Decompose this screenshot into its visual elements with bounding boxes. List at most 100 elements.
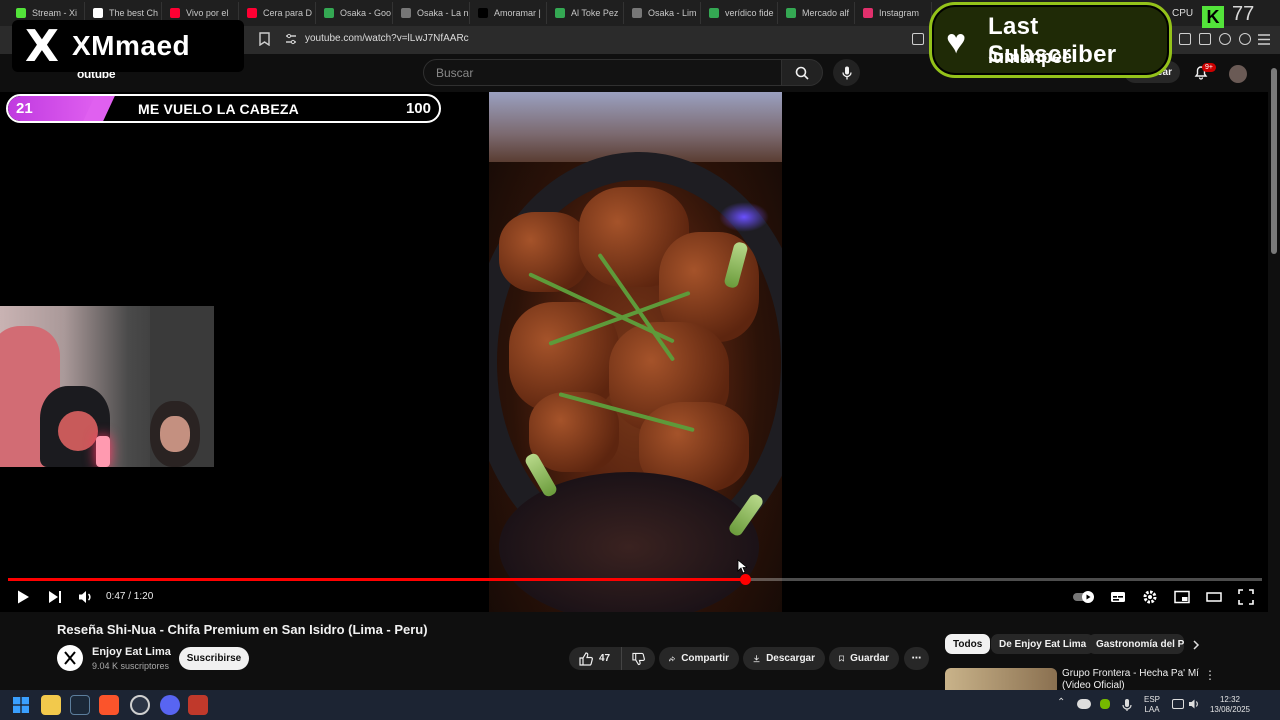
goal-title: ME VUELO LA CABEZA (138, 101, 299, 117)
search-button[interactable] (781, 59, 823, 86)
steam-icon[interactable] (70, 695, 90, 715)
browser-tab[interactable]: verídico fide (701, 2, 778, 24)
voice-search-button[interactable] (833, 59, 860, 86)
browser-tab[interactable]: Al Toke Pez (547, 2, 624, 24)
speaker-icon[interactable] (1188, 698, 1200, 710)
autoplay-toggle-icon[interactable] (1072, 589, 1096, 605)
tab-favicon-icon (93, 8, 103, 18)
thumbs-up-icon (579, 651, 593, 666)
download-button[interactable]: Descargar (743, 647, 825, 670)
subscribe-button[interactable]: Suscribirse (179, 647, 249, 670)
streamer-face (58, 411, 98, 451)
cpu-value: 77 (1232, 3, 1255, 25)
tab-label: Osaka - La n (417, 8, 469, 18)
microphone-tray-icon[interactable] (1122, 698, 1132, 712)
tab-label: Osaka - Lim (648, 8, 697, 18)
browser-tab[interactable]: Instagram (855, 2, 932, 24)
streamer-webcam (0, 306, 214, 467)
browser-tab[interactable]: Cera para D (239, 2, 316, 24)
subtitles-icon[interactable] (1110, 589, 1126, 605)
recommended-video-title[interactable]: Grupo Frontera - Hecha Pa' Mí (Video Ofi… (1062, 668, 1202, 690)
browser-tab[interactable]: Mercado alf (778, 2, 855, 24)
chip-channel[interactable]: De Enjoy Eat Lima (991, 634, 1095, 654)
share-label: Compartir (681, 653, 729, 664)
like-button[interactable]: 47 (569, 647, 621, 670)
tab-label: Stream - Xi (32, 8, 78, 18)
input-language[interactable]: ESP LAA (1143, 695, 1161, 715)
channel-subscribers: 9.04 K suscriptores (92, 661, 170, 671)
last-subscriber-name: lumanpee (988, 47, 1073, 67)
menu-icon[interactable] (1258, 34, 1270, 45)
discord-icon[interactable] (160, 695, 180, 715)
nvidia-icon[interactable] (1100, 699, 1110, 709)
obs-studio-icon[interactable] (130, 695, 150, 715)
wallet-icon[interactable] (1199, 33, 1211, 45)
mouse-cursor-icon (737, 559, 747, 574)
progress-scrubber[interactable] (739, 574, 751, 585)
browser-tab[interactable]: Amoramar | (470, 2, 547, 24)
tab-label: Cera para D (263, 8, 313, 18)
browser-tab[interactable]: Osaka - Goo (316, 2, 393, 24)
brave-browser-icon[interactable] (99, 695, 119, 715)
tab-favicon-icon (555, 8, 565, 18)
heart-icon: ♥ (946, 23, 967, 61)
tray-expand-icon[interactable]: ⌃ (1057, 697, 1065, 708)
vpn-shield-icon[interactable] (1239, 33, 1251, 45)
chip-gastronomy-label: Gastronomía del P (1096, 638, 1184, 650)
channel-avatar[interactable] (57, 645, 83, 671)
network-icon[interactable] (1172, 699, 1184, 709)
search-input[interactable]: Buscar (423, 59, 782, 86)
tab-label: Osaka - Goo (340, 8, 392, 18)
video-frame-food[interactable] (489, 92, 782, 612)
leo-ai-icon[interactable] (1219, 33, 1231, 45)
save-button[interactable]: Guardar (829, 647, 899, 670)
miniplayer-icon[interactable] (1174, 589, 1190, 605)
settings-gear-icon[interactable] (1142, 589, 1158, 605)
pinned-app-icon[interactable] (188, 695, 208, 715)
bookmark-icon[interactable] (259, 32, 270, 46)
account-avatar[interactable] (1229, 65, 1247, 83)
progress-bar[interactable] (8, 574, 1262, 585)
browser-tab[interactable]: Osaka - La n (393, 2, 470, 24)
theater-mode-icon[interactable] (1206, 589, 1222, 605)
recommended-more-icon[interactable]: ⋮ (1204, 668, 1216, 682)
next-video-icon[interactable] (47, 589, 63, 605)
tab-favicon-icon (786, 8, 796, 18)
kick-logo-icon: K (1202, 6, 1224, 28)
browser-tab[interactable]: Osaka - Lim (624, 2, 701, 24)
play-icon[interactable] (15, 589, 31, 605)
chip-all[interactable]: Todos (945, 634, 991, 654)
more-actions-button[interactable]: ⋯ (904, 647, 929, 670)
dislike-button[interactable] (621, 647, 655, 670)
chip-all-label: Todos (953, 638, 983, 650)
sidebar-icon[interactable] (1179, 33, 1191, 45)
scrollbar-thumb[interactable] (1271, 68, 1277, 254)
windows-start-icon[interactable] (13, 697, 29, 713)
file-explorer-icon[interactable] (41, 695, 61, 715)
fullscreen-icon[interactable] (1238, 589, 1254, 605)
tab-favicon-icon (863, 8, 873, 18)
fork-knife-icon (64, 651, 76, 665)
share-button[interactable]: Compartir (659, 647, 739, 670)
chevron-right-icon[interactable] (1192, 640, 1200, 650)
cast-icon[interactable] (912, 33, 924, 45)
system-clock[interactable]: 12:32 13/08/2025 (1205, 695, 1255, 715)
url-text[interactable]: youtube.com/watch?v=lLwJ7NfAARc (305, 33, 469, 44)
tab-favicon-icon (16, 8, 26, 18)
share-icon (669, 655, 676, 661)
page-scrollbar[interactable] (1268, 54, 1280, 690)
channel-name[interactable]: Enjoy Eat Lima (92, 646, 171, 658)
save-bookmark-icon (839, 655, 844, 662)
onedrive-icon[interactable] (1077, 699, 1091, 709)
volume-icon[interactable] (78, 589, 94, 605)
recommended-video-thumbnail[interactable] (945, 668, 1057, 690)
streamer-brand-logo: X XMmaed (12, 20, 244, 72)
notification-count-badge: 9+ (1202, 63, 1216, 72)
tab-favicon-icon (247, 8, 257, 18)
x-logo-icon: X (25, 20, 59, 72)
site-settings-icon[interactable] (285, 33, 297, 45)
download-label: Descargar (766, 653, 815, 664)
progress-played (8, 578, 745, 581)
chip-gastronomy[interactable]: Gastronomía del P (1088, 634, 1184, 654)
sauce (499, 472, 759, 612)
